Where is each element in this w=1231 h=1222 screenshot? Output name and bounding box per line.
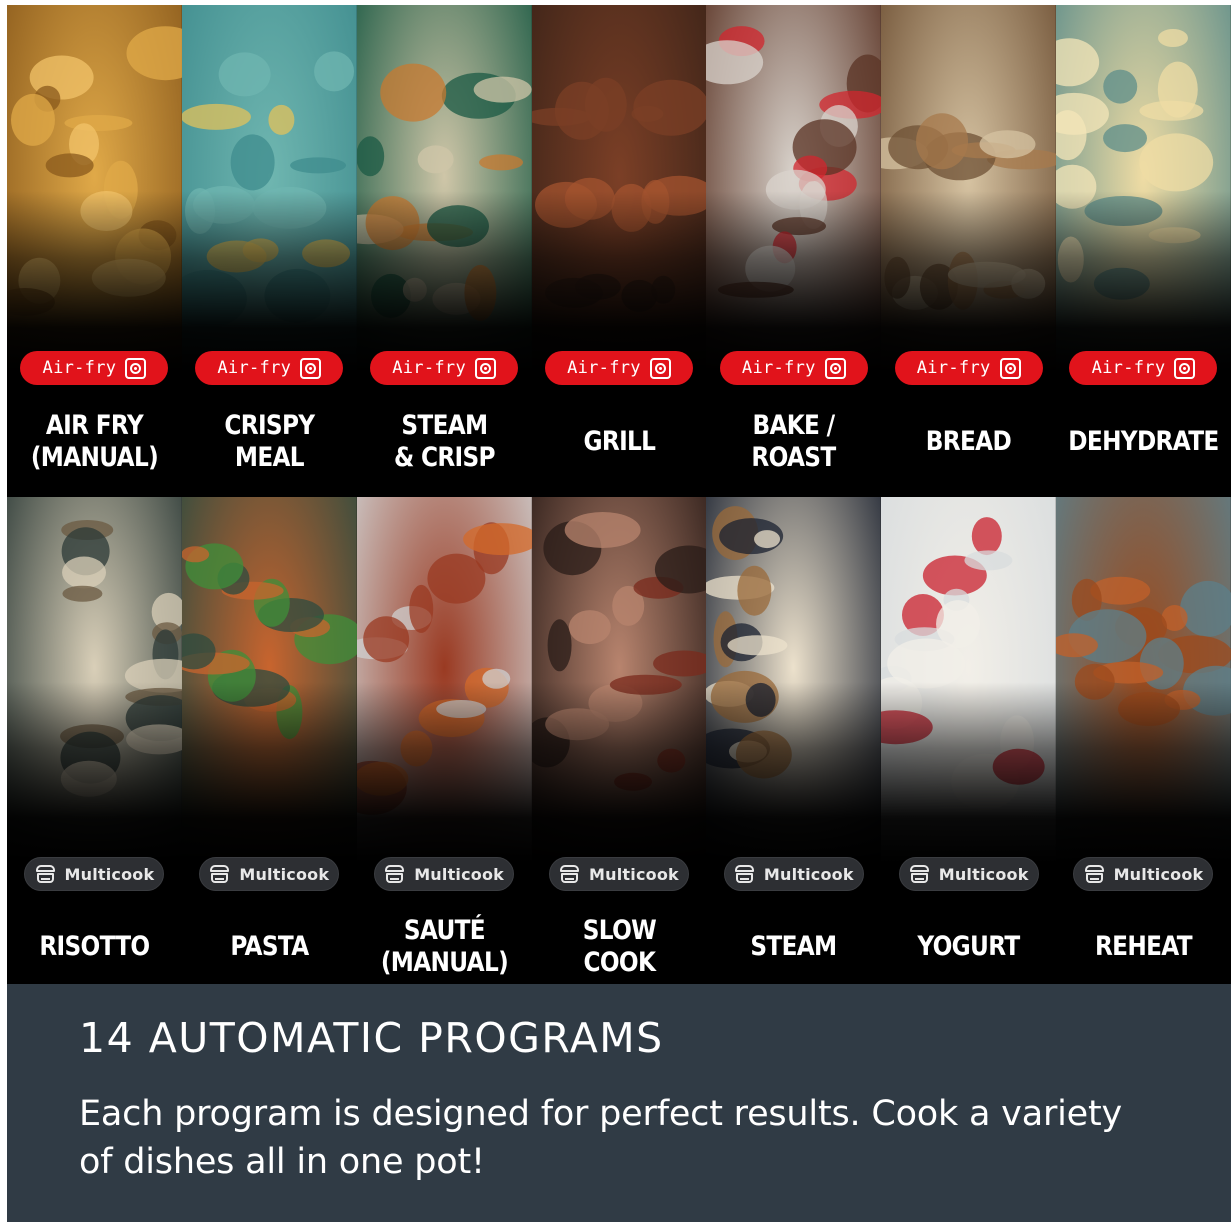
- program-label: RISOTTO: [39, 931, 150, 962]
- program-tile: Multicook REHEAT: [1056, 497, 1231, 984]
- program-label: REHEAT: [1095, 931, 1193, 962]
- program-label: BREAD: [926, 426, 1012, 457]
- program-label: AIR FRY (MANUAL): [30, 410, 159, 473]
- air-fry-badge: Air-fry: [894, 351, 1043, 385]
- air-fry-badge: Air-fry: [195, 351, 344, 385]
- air-fry-badge: Air-fry: [719, 351, 868, 385]
- badge-text: Multicook: [414, 864, 505, 884]
- pot-icon: [909, 864, 930, 884]
- air-fry-badge: Air-fry: [544, 351, 693, 385]
- program-label: SLOW COOK: [582, 915, 656, 978]
- program-tile: Air-fry STEAM & CRISP: [356, 5, 532, 495]
- program-label: SAUTÉ (MANUAL): [380, 915, 509, 978]
- program-tile: Air-fry BAKE / ROAST: [706, 5, 882, 495]
- air-fry-badge: Air-fry: [1069, 351, 1218, 385]
- program-tile: Multicook YOGURT: [881, 497, 1057, 984]
- program-tile: Air-fry CRISPY MEAL: [181, 5, 357, 495]
- pot-icon: [384, 864, 405, 884]
- pot-icon: [734, 864, 755, 884]
- pot-icon: [1084, 864, 1105, 884]
- multicook-badge: Multicook: [898, 857, 1039, 891]
- air-fry-badge: Air-fry: [370, 351, 519, 385]
- fan-icon: [125, 357, 147, 379]
- pot-icon: [559, 864, 580, 884]
- program-label: PASTA: [230, 931, 309, 962]
- program-tile: Air-fry AIR FRY (MANUAL): [7, 5, 182, 495]
- banner-subtitle: Each program is designed for perfect res…: [79, 1094, 1123, 1182]
- badge-text: Multicook: [1113, 864, 1204, 884]
- banner-title: 14 AUTOMATIC PROGRAMS: [79, 1014, 664, 1062]
- badge-text: Multicook: [763, 864, 854, 884]
- air-fry-badge: Air-fry: [20, 351, 169, 385]
- fan-icon: [824, 357, 846, 379]
- program-label: CRISPY MEAL: [224, 410, 315, 473]
- program-tile: Air-fry GRILL: [531, 5, 707, 495]
- badge-text: Multicook: [589, 864, 679, 884]
- program-tile: Multicook SAUTÉ (MANUAL): [356, 497, 532, 984]
- program-label: GRILL: [583, 426, 655, 457]
- fan-icon: [649, 357, 671, 379]
- program-tile: Multicook PASTA: [181, 497, 357, 984]
- badge-text: Air-fry: [42, 358, 117, 378]
- program-label: STEAM: [750, 931, 838, 962]
- program-label: BAKE / ROAST: [751, 410, 837, 473]
- program-tile: Air-fry DEHYDRATE: [1056, 5, 1231, 495]
- programs-banner: 14 AUTOMATIC PROGRAMS Each program is de…: [7, 984, 1231, 1222]
- fan-icon: [300, 357, 322, 379]
- badge-text: Air-fry: [217, 358, 292, 378]
- badge-text: Air-fry: [392, 358, 466, 378]
- air-fry-programs-row: Air-fry AIR FRY (MANUAL) Air-fry CRISPY MEA…: [7, 5, 1231, 495]
- badge-text: Multicook: [938, 864, 1029, 884]
- badge-text: Air-fry: [741, 358, 816, 378]
- multicook-badge: Multicook: [374, 857, 515, 891]
- multicook-badge: Multicook: [199, 857, 340, 891]
- multicook-programs-row: Multicook RISOTTO Multicook PASTA Multicook S…: [7, 497, 1231, 984]
- fan-icon: [999, 357, 1021, 379]
- multicook-badge: Multicook: [24, 857, 165, 891]
- multicook-badge: Multicook: [723, 857, 864, 891]
- pot-icon: [209, 864, 230, 884]
- fan-icon: [474, 357, 496, 379]
- program-label: STEAM & CRISP: [393, 410, 496, 473]
- program-tile: Multicook RISOTTO: [7, 497, 182, 984]
- badge-text: Multicook: [239, 864, 330, 884]
- fan-icon: [1174, 357, 1196, 379]
- program-label: DEHYDRATE: [1068, 426, 1219, 457]
- program-label: YOGURT: [917, 931, 1021, 962]
- program-tile: Multicook STEAM: [706, 497, 882, 984]
- badge-text: Air-fry: [1091, 358, 1166, 378]
- pot-icon: [35, 864, 56, 884]
- badge-text: Air-fry: [567, 358, 641, 378]
- programs-panel: Air-fry AIR FRY (MANUAL) Air-fry CRISPY MEA…: [7, 5, 1231, 1222]
- program-tile: Multicook SLOW COOK: [531, 497, 707, 984]
- badge-text: Air-fry: [916, 358, 991, 378]
- multicook-badge: Multicook: [548, 857, 689, 891]
- badge-text: Multicook: [64, 864, 155, 884]
- program-tile: Air-fry BREAD: [881, 5, 1057, 495]
- multicook-badge: Multicook: [1073, 857, 1214, 891]
